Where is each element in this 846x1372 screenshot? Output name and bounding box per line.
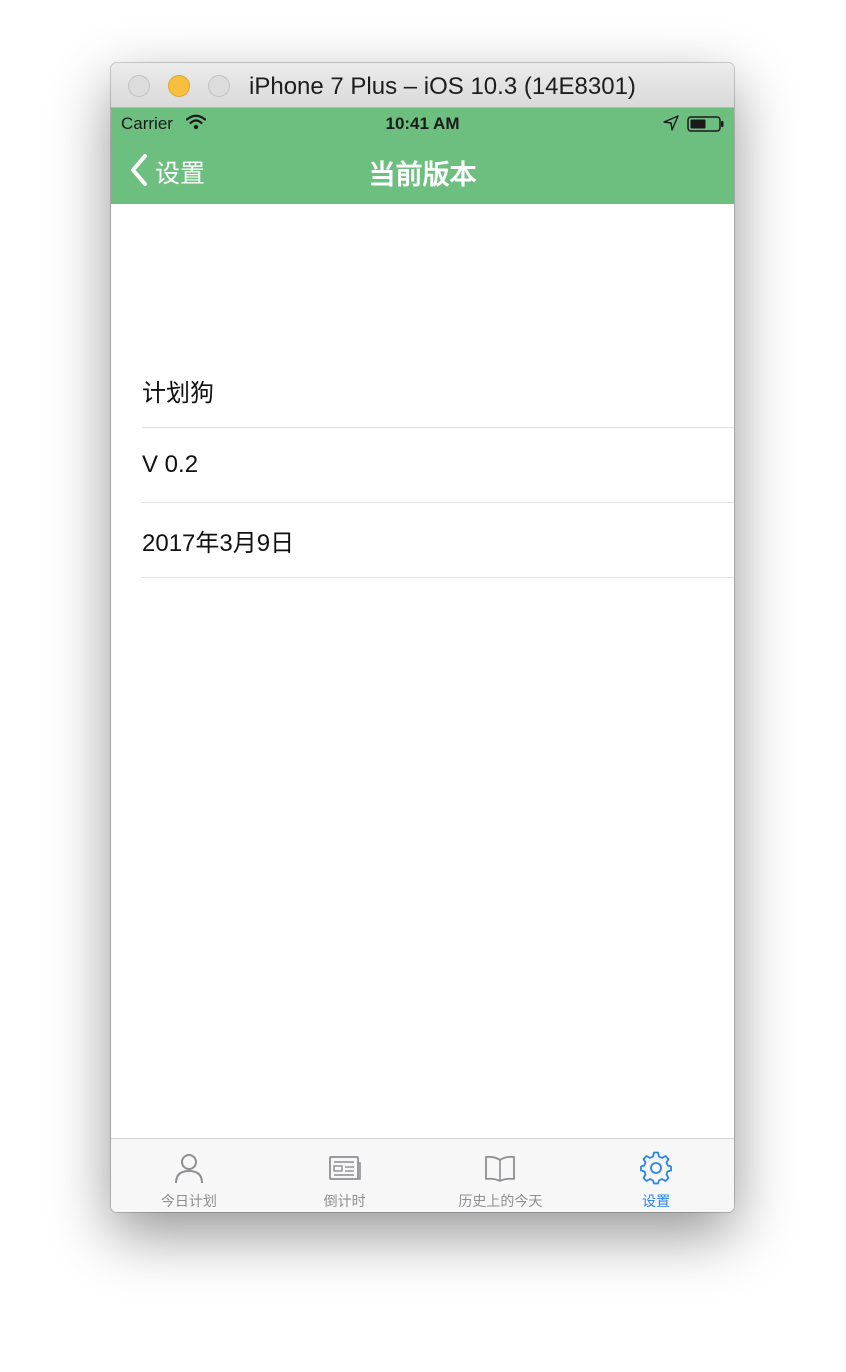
tab-label: 历史上的今天: [458, 1194, 543, 1210]
navigation-bar: Carrier 10:41 AM 设置 当前版本: [111, 108, 734, 204]
tab-today-plan[interactable]: 今日计划: [111, 1139, 267, 1212]
device-screen: Carrier 10:41 AM 设置 当前版本 计划狗 V 0.2 2017年…: [111, 108, 734, 1212]
book-icon: [483, 1151, 517, 1185]
tab-label: 倒计时: [323, 1194, 366, 1210]
tab-history-today[interactable]: 历史上的今天: [423, 1139, 579, 1212]
window-title: iPhone 7 Plus – iOS 10.3 (14E8301): [249, 73, 636, 100]
tab-label: 今日计划: [160, 1194, 217, 1210]
tab-label: 设置: [642, 1194, 671, 1210]
version-row: V 0.2: [142, 428, 734, 503]
tab-countdown[interactable]: 倒计时: [267, 1139, 423, 1212]
tab-bar: 今日计划 倒计时 历史上的今天 设置: [111, 1138, 734, 1212]
window-titlebar: iPhone 7 Plus – iOS 10.3 (14E8301): [111, 63, 734, 108]
version-info-list: 计划狗 V 0.2 2017年3月9日: [142, 353, 734, 578]
release-date-row: 2017年3月9日: [142, 503, 734, 578]
newspaper-icon: [328, 1151, 362, 1185]
page-title: 当前版本: [368, 160, 477, 191]
status-bar: Carrier 10:41 AM: [111, 108, 734, 138]
gear-icon: [639, 1151, 673, 1185]
close-window-button[interactable]: [128, 75, 150, 97]
minimize-window-button[interactable]: [168, 75, 190, 97]
location-icon: [663, 115, 679, 136]
battery-icon: [687, 116, 725, 137]
person-icon: [172, 1151, 206, 1185]
status-time: 10:41 AM: [385, 114, 460, 133]
app-name-row: 计划狗: [142, 353, 734, 428]
zoom-window-button[interactable]: [208, 75, 230, 97]
tab-settings[interactable]: 设置: [578, 1139, 734, 1212]
simulator-window: iPhone 7 Plus – iOS 10.3 (14E8301) Carri…: [111, 63, 734, 1212]
